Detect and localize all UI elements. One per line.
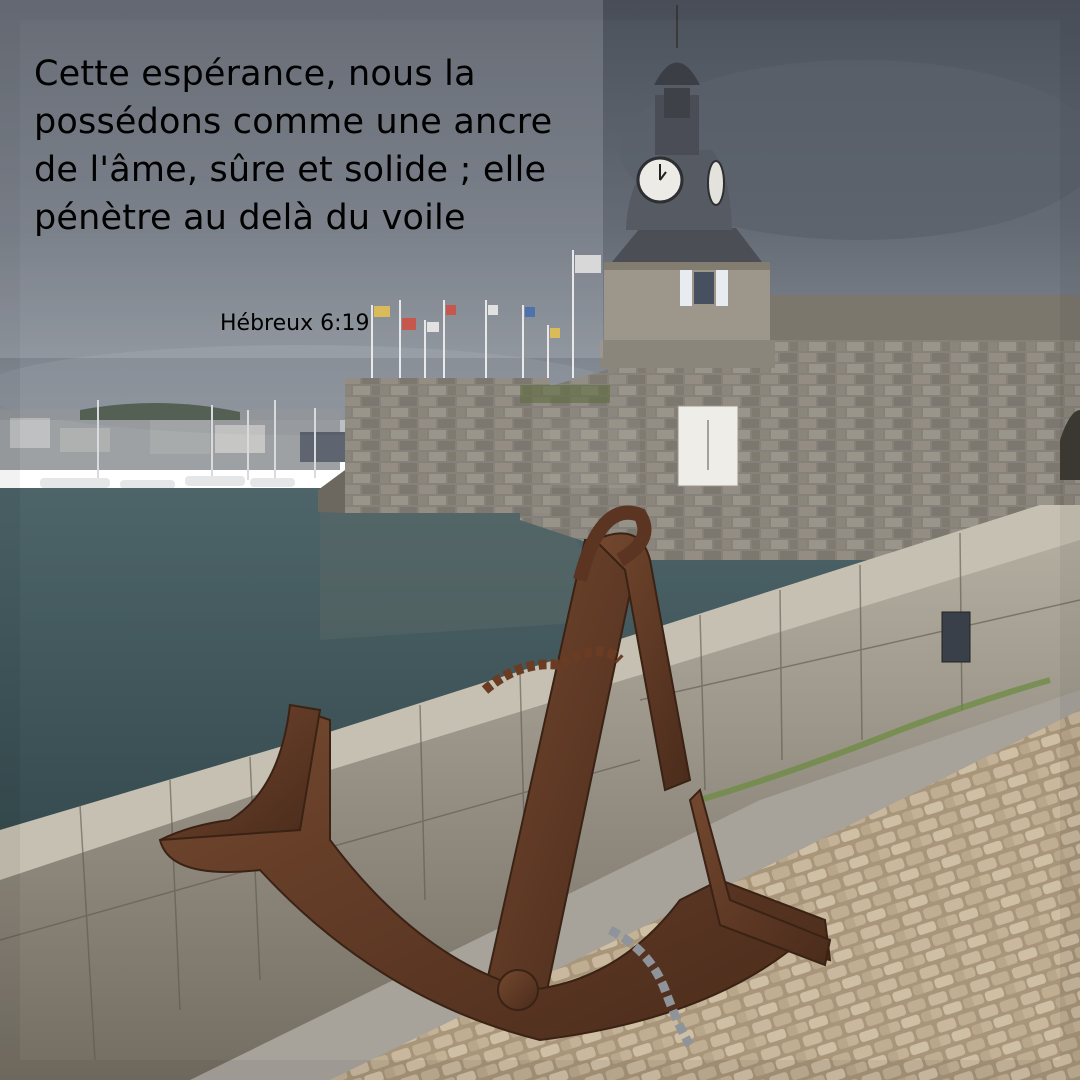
rampart-ivy [520,385,610,403]
verse-overlay: Cette espérance, nous la possédons comme… [0,0,603,358]
bastion-wall [345,378,550,513]
wall-plaque [941,611,971,663]
rampart-walkway [770,295,1080,340]
machicolations [600,340,775,368]
bastion-base [318,470,345,513]
anchor-pin [497,969,539,1011]
verse-reference: Hébreux 6:19 [220,311,370,336]
verse-text: Cette espérance, nous la possédons comme… [34,54,553,238]
distant-town [0,402,345,470]
